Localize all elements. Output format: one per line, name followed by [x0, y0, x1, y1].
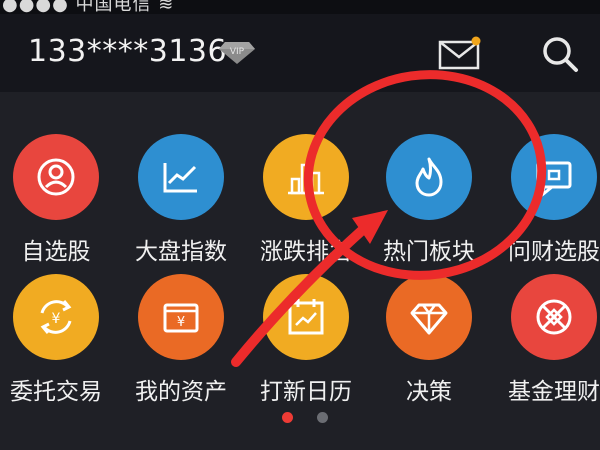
tile-trade[interactable]: ¥ 委托交易: [0, 274, 116, 414]
tile-market-index[interactable]: 大盘指数: [121, 134, 241, 274]
function-grid: 自选股 大盘指数 涨跌排名 热门板块 问财选股 ¥ 委托交易 ¥ 我的资产 打新…: [0, 92, 600, 450]
bar-chart-icon: [263, 134, 349, 220]
flame-icon: [386, 134, 472, 220]
tile-watchlist[interactable]: 自选股: [0, 134, 116, 274]
tile-fund[interactable]: 基金理财: [494, 274, 600, 414]
calendar-icon: [263, 274, 349, 360]
yuan-exchange-icon: ¥: [13, 274, 99, 360]
page-indicator[interactable]: [282, 410, 328, 424]
status-text: ●●●● 中国电信 ≋: [2, 0, 175, 14]
diamond-icon: [386, 274, 472, 360]
search-icon[interactable]: [540, 34, 580, 74]
vip-diamond-icon[interactable]: VIP: [218, 41, 256, 65]
line-chart-icon: [138, 134, 224, 220]
page-dot-active[interactable]: [282, 411, 293, 423]
page-dot-inactive[interactable]: [317, 411, 328, 423]
tile-label: 我的资产: [135, 379, 227, 405]
account-number[interactable]: 133****3136: [28, 34, 227, 69]
vip-label: VIP: [230, 47, 245, 57]
user-circle-icon: [13, 134, 99, 220]
tile-ask-stock[interactable]: 问财选股: [494, 134, 600, 274]
tile-label: 基金理财: [508, 379, 600, 405]
tile-label: 打新日历: [260, 379, 352, 405]
tile-label: 热门板块: [383, 239, 475, 265]
status-bar: ●●●● 中国电信 ≋: [0, 0, 600, 14]
tile-label: 自选股: [21, 239, 91, 265]
question-chat-icon: [511, 134, 597, 220]
tile-decision[interactable]: 决策: [369, 274, 489, 414]
header: 133****3136 VIP: [0, 14, 600, 90]
tile-my-assets[interactable]: ¥ 我的资产: [121, 274, 241, 414]
tile-ranking[interactable]: 涨跌排名: [246, 134, 366, 274]
tile-label: 决策: [406, 379, 452, 405]
mail-icon[interactable]: [438, 36, 482, 70]
tile-ipo-calendar[interactable]: 打新日历: [246, 274, 366, 414]
fund-icon: [511, 274, 597, 360]
svg-text:¥: ¥: [177, 315, 185, 330]
tile-label: 问财选股: [508, 239, 600, 265]
tile-label: 大盘指数: [135, 239, 227, 265]
tile-label: 委托交易: [10, 379, 102, 405]
svg-text:¥: ¥: [52, 311, 61, 327]
tile-label: 涨跌排名: [260, 239, 352, 265]
tile-hot-sectors[interactable]: 热门板块: [369, 134, 489, 274]
wallet-icon: ¥: [138, 274, 224, 360]
